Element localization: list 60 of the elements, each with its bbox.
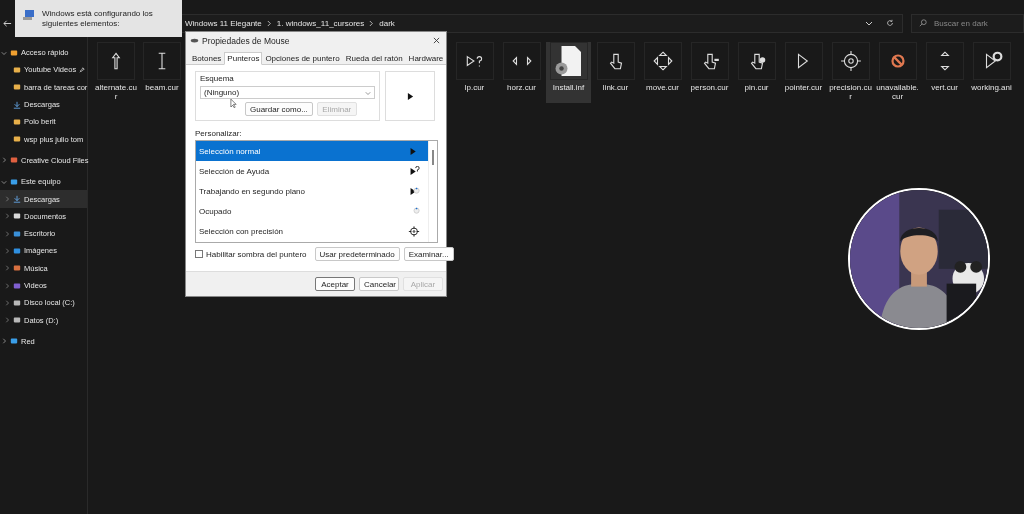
search-field[interactable]: Buscar en dark bbox=[911, 13, 1024, 33]
arrow-cursor-icon bbox=[406, 91, 414, 101]
pin-icon bbox=[79, 66, 86, 73]
dialog-button[interactable]: Usar predeterminado bbox=[314, 247, 400, 261]
cursor-file-icon bbox=[651, 50, 674, 72]
mouse-pointer-icon bbox=[230, 98, 237, 109]
chevron-icon bbox=[1, 157, 7, 164]
chevron-right-icon bbox=[369, 19, 375, 27]
scrollbar[interactable] bbox=[428, 141, 437, 242]
checkbox[interactable] bbox=[195, 250, 203, 258]
download-icon bbox=[13, 195, 21, 203]
scheme-dropdown[interactable]: (Ninguno) bbox=[200, 86, 375, 99]
mouse-icon bbox=[190, 38, 199, 43]
customize-label: Personalizar: bbox=[195, 129, 243, 138]
cursor-file-icon bbox=[839, 50, 862, 72]
back-arrow-icon[interactable] bbox=[3, 18, 12, 28]
cursor-list-item[interactable]: Trabajando en segundo plano bbox=[196, 181, 428, 201]
chevron-icon bbox=[4, 282, 10, 289]
refresh-icon[interactable] bbox=[886, 19, 894, 27]
chevron-down-icon bbox=[365, 89, 371, 96]
cursor-list-item[interactable]: Selección normal bbox=[196, 141, 428, 161]
tab[interactable]: Botones bbox=[189, 52, 225, 65]
dialog-button[interactable]: Aceptar bbox=[315, 277, 355, 291]
dialog-button[interactable]: Examinar... bbox=[403, 247, 454, 261]
breadcrumb-item[interactable]: 1. windows_11_cursores bbox=[276, 18, 365, 28]
chevron-icon bbox=[4, 213, 10, 220]
computer-icon bbox=[22, 9, 36, 21]
chevron-icon bbox=[1, 338, 7, 345]
settings-file-icon bbox=[553, 44, 584, 78]
dialog-title: Propiedades de Mouse bbox=[202, 35, 290, 46]
cursor-list-item[interactable]: Ocupado bbox=[196, 201, 428, 221]
chevron-down-icon[interactable] bbox=[865, 19, 873, 27]
search-icon bbox=[919, 18, 927, 27]
breadcrumb-item[interactable]: Windows 11 Elegante bbox=[185, 18, 262, 28]
tab[interactable]: Hardware bbox=[405, 52, 447, 65]
chevron-icon bbox=[4, 247, 10, 254]
chevron-icon bbox=[1, 49, 7, 56]
chevron-icon bbox=[1, 178, 7, 185]
download-icon bbox=[13, 100, 21, 109]
cursor-list-item[interactable]: Selección de Ayuda bbox=[196, 161, 428, 181]
chevron-icon bbox=[4, 265, 10, 272]
chevron-icon bbox=[4, 299, 10, 306]
cursor-icon bbox=[408, 225, 420, 237]
breadcrumb-item[interactable]: dark bbox=[379, 18, 395, 28]
chevron-icon bbox=[4, 196, 10, 202]
chevron-icon bbox=[4, 230, 10, 237]
cursor-icon bbox=[408, 165, 420, 177]
tab[interactable]: Opciones de puntero bbox=[262, 52, 343, 65]
group-label: Esquema bbox=[200, 74, 235, 83]
chevron-icon bbox=[4, 317, 10, 324]
dialog-button[interactable]: Cancelar bbox=[359, 277, 399, 291]
close-icon[interactable] bbox=[433, 37, 440, 44]
tab[interactable]: Punteros bbox=[224, 52, 263, 65]
dialog-button[interactable]: Guardar como... bbox=[245, 102, 313, 116]
popup-message: Windows está configurando los siguientes elementos: bbox=[42, 9, 154, 29]
cursor-list-item[interactable]: Selección con precisión bbox=[196, 221, 428, 241]
chevron-right-icon bbox=[266, 19, 272, 27]
cursor-icon bbox=[408, 185, 420, 197]
file-item[interactable]: Install.inf bbox=[546, 42, 591, 103]
tab[interactable]: Rueda del ratón bbox=[342, 52, 406, 65]
